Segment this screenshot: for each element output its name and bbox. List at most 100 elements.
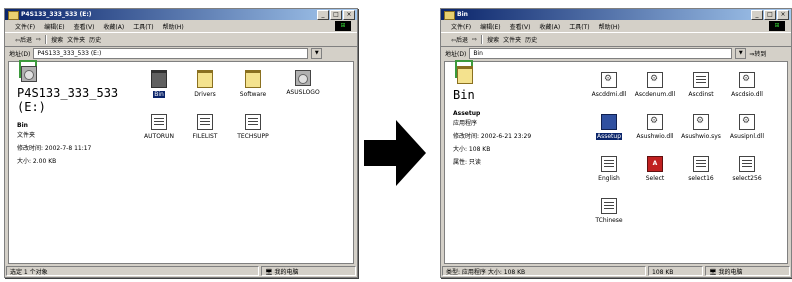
toolbar: ⇦后退 ⇨ 搜索 文件夹 历史 <box>5 33 357 47</box>
menu-view[interactable]: 查看(V) <box>74 22 95 31</box>
forward-button[interactable]: ⇨ <box>36 36 41 43</box>
computer-icon: 🖥 <box>265 269 273 276</box>
panel-title: P4S133_333_533 (E:) <box>17 86 119 114</box>
file-item-label: Ascdenum.dll <box>634 91 676 98</box>
file-item[interactable]: TChinese <box>583 198 635 224</box>
file-item[interactable]: AUTORUN <box>133 114 185 140</box>
status-zone-label: 我的电脑 <box>274 269 299 276</box>
maximize-button[interactable]: □ <box>764 10 776 20</box>
windows-logo-icon: ⊞ <box>335 21 351 31</box>
address-value: Bin <box>473 50 483 57</box>
close-button[interactable]: × <box>777 10 789 20</box>
window-title: P4S133_333_533 (E:) <box>21 11 92 18</box>
menu-file[interactable]: 文件(F) <box>451 22 471 31</box>
file-item[interactable]: select256 <box>721 156 773 182</box>
document-icon <box>739 156 755 172</box>
file-view: Bin Assetup 应用程序 修改时间: 2002-6-21 23:29 大… <box>444 60 788 264</box>
search-button[interactable]: 搜索 <box>487 35 499 44</box>
title-bar[interactable]: Bin _ □ × <box>441 9 791 20</box>
document-icon <box>693 156 709 172</box>
status-zone: 🖥 我的电脑 <box>705 266 790 276</box>
status-size: 108 KB <box>648 266 703 276</box>
menu-edit[interactable]: 编辑(E) <box>480 22 500 31</box>
back-button[interactable]: ⇦后退 <box>15 35 32 44</box>
file-item-label: Asusipnl.dll <box>729 133 765 140</box>
selected-name: Assetup <box>453 110 481 117</box>
file-item[interactable]: Bin <box>133 70 185 98</box>
file-item[interactable]: English <box>583 156 635 182</box>
selected-modified: 修改时间: 2002-6-21 23:29 <box>453 133 532 140</box>
file-item-label: Ascdinst <box>688 91 714 98</box>
file-item[interactable]: Drivers <box>179 70 231 98</box>
menu-favorites[interactable]: 收藏(A) <box>103 22 124 31</box>
history-button[interactable]: 历史 <box>525 35 537 44</box>
file-item-label: select256 <box>732 175 762 182</box>
right-arrow-icon <box>364 120 426 186</box>
file-item[interactable]: ASUSLOGO <box>277 70 329 96</box>
dll-icon <box>739 114 755 130</box>
menu-file[interactable]: 文件(F) <box>15 22 35 31</box>
address-dropdown-icon[interactable]: ▼ <box>311 48 323 59</box>
menu-help[interactable]: 帮助(H) <box>163 22 184 31</box>
title-bar[interactable]: P4S133_333_533 (E:) _ □ × <box>5 9 357 20</box>
dll-icon <box>647 72 663 88</box>
panel-title: Bin <box>453 88 475 102</box>
status-bar: 类型: 应用程序 大小: 108 KB 108 KB 🖥 我的电脑 <box>441 265 791 277</box>
file-item[interactable]: Asushwio.sys <box>675 114 727 140</box>
menu-tools[interactable]: 工具(T) <box>569 22 589 31</box>
menu-view[interactable]: 查看(V) <box>510 22 531 31</box>
menu-help[interactable]: 帮助(H) <box>599 22 620 31</box>
selected-type: 应用程序 <box>453 120 478 127</box>
file-item[interactable]: TECHSUPP <box>227 114 279 140</box>
file-item-label: Asushwio.sys <box>681 133 721 140</box>
file-item-label: Software <box>239 91 267 98</box>
address-bar: 地址(D) P4S133_333_533 (E:) ▼ <box>5 47 357 60</box>
address-field[interactable]: Bin <box>469 48 733 59</box>
folder-icon <box>245 70 261 88</box>
address-field[interactable]: P4S133_333_533 (E:) <box>33 48 309 59</box>
menu-favorites[interactable]: 收藏(A) <box>539 22 560 31</box>
file-item[interactable]: Asushwio.dll <box>629 114 681 140</box>
address-label: 地址(D) <box>9 51 31 58</box>
selected-type: 文件夹 <box>17 132 36 139</box>
file-item-label: English <box>598 175 620 182</box>
file-item[interactable]: Ascdsio.dll <box>721 72 773 98</box>
back-button[interactable]: ⇦后退 <box>451 35 468 44</box>
file-item[interactable]: Asusipnl.dll <box>721 114 773 140</box>
dll-icon <box>647 114 663 130</box>
file-item[interactable]: select16 <box>675 156 727 182</box>
forward-button[interactable]: ⇨ <box>472 36 477 43</box>
minimize-button[interactable]: _ <box>317 10 329 20</box>
close-button[interactable]: × <box>343 10 355 20</box>
asus-icon: A <box>647 156 663 172</box>
dll-icon <box>693 114 709 130</box>
folders-button[interactable]: 文件夹 <box>503 35 521 44</box>
menu-tools[interactable]: 工具(T) <box>133 22 153 31</box>
search-button[interactable]: 搜索 <box>51 35 63 44</box>
selected-size: 大小: 2.00 KB <box>17 158 57 165</box>
status-zone-label: 我的电脑 <box>718 269 743 276</box>
menu-edit[interactable]: 编辑(E) <box>44 22 64 31</box>
dll-icon <box>739 72 755 88</box>
file-item[interactable]: Ascdenum.dll <box>629 72 681 98</box>
history-button[interactable]: 历史 <box>89 35 101 44</box>
file-item[interactable]: Assetup <box>583 114 635 140</box>
file-item[interactable]: Ascddmi.dll <box>583 72 635 98</box>
address-label: 地址(D) <box>445 51 467 58</box>
address-bar: 地址(D) Bin ▼ ⇒转到 <box>441 47 791 60</box>
file-item[interactable]: Ascdinst <box>675 72 727 98</box>
minimize-button[interactable]: _ <box>751 10 763 20</box>
file-item-label: AUTORUN <box>144 133 174 140</box>
folders-button[interactable]: 文件夹 <box>67 35 85 44</box>
drive-icon <box>8 11 19 20</box>
file-item[interactable]: A Select <box>629 156 681 182</box>
menu-bar: 文件(F) 编辑(E) 查看(V) 收藏(A) 工具(T) 帮助(H) ⊞ <box>5 20 357 33</box>
file-item[interactable]: Software <box>227 70 279 98</box>
explorer-window-drive: P4S133_333_533 (E:) _ □ × 文件(F) 编辑(E) 查看… <box>4 8 358 278</box>
file-item[interactable]: FILELIST <box>179 114 231 140</box>
go-button[interactable]: ⇒转到 <box>749 49 766 58</box>
address-dropdown-icon[interactable]: ▼ <box>735 48 747 59</box>
explorer-window-bin: Bin _ □ × 文件(F) 编辑(E) 查看(V) 收藏(A) 工具(T) … <box>440 8 792 278</box>
maximize-button[interactable]: □ <box>330 10 342 20</box>
setup-icon <box>601 114 617 130</box>
